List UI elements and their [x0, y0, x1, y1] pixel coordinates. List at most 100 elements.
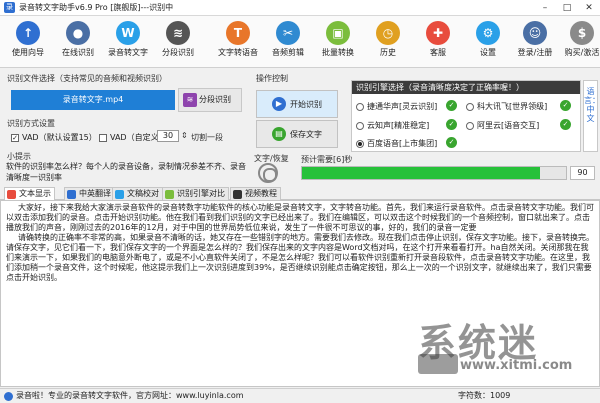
minimize-button[interactable]: – — [534, 0, 556, 16]
radio-dot — [466, 121, 474, 130]
check-icon: ✓ — [446, 119, 457, 130]
engine-option-jietong[interactable]: 捷通华声[灵云识别] — [356, 101, 437, 112]
engine-option-label: 百度语音[上市集团] — [367, 139, 438, 148]
engine-option-yunzhisheng[interactable]: 云知声[精准稳定] — [356, 120, 429, 131]
toolbar-button-0[interactable]: ↑ 使用向导 — [3, 18, 53, 66]
save-text-label: 保存文字 — [290, 129, 322, 139]
tab-3[interactable]: 识别引擎对比 — [162, 187, 229, 200]
status-bar: 录音啦！专业的录音转文字软件，官方网址：www.luyinla.com 字符数：… — [0, 388, 600, 403]
language-label: 语言：中文 — [584, 87, 600, 123]
tab-label: 文稿校对 — [127, 189, 159, 198]
toolbar-button-8[interactable]: ✚ 客服 — [413, 18, 463, 66]
gear-icon: ⚙ — [476, 21, 500, 45]
engine-panel: 识别引擎选择（录音清晰度决定了正确率喔！） 捷通华声[灵云识别] ✓ 科大讯飞[… — [351, 80, 581, 152]
toolbar-button-10[interactable]: ☺ 登录/注册 — [510, 18, 560, 66]
language-side-tab[interactable]: 语言：中文 — [583, 80, 600, 152]
transcript-text-area[interactable]: 大家好，接下来我给大家演示录音软件的录音转数字功能软件的核心功能是录音转文字，文… — [0, 200, 600, 387]
custom-suffix-label: 切割一段 — [191, 133, 223, 142]
waveform-icon: ≋ — [166, 21, 190, 45]
split-recognition-label: 分段识别 — [199, 95, 231, 104]
tab-label: 中英翻译 — [79, 189, 111, 198]
toolbar-button-7[interactable]: ◷ 历史 — [363, 18, 413, 66]
radio-dot — [356, 102, 364, 111]
toolbar-button-6[interactable]: ▣ 批量转换 — [313, 18, 363, 66]
toolbar-button-label: 音频剪辑 — [272, 48, 304, 57]
tab-2[interactable]: 文稿校对 — [112, 187, 163, 200]
rocket-icon: ↑ — [16, 21, 40, 45]
w-logo-icon: W — [116, 21, 140, 45]
text-speech-icon: T — [226, 21, 250, 45]
maximize-button[interactable]: □ — [556, 0, 578, 16]
custom-seconds-stepper[interactable]: ⇕ — [181, 131, 188, 140]
engine-option-baidu[interactable]: 百度语音[上市集团] — [356, 138, 437, 149]
toolbar-button-label: 使用向导 — [12, 48, 44, 57]
tab-icon — [67, 190, 76, 199]
purchase-icon: $ — [570, 21, 594, 45]
title-bar: 录 录音转文字助手v6.9 Pro [旗舰版]---识别中 – □ ✕ — [0, 0, 600, 16]
transcript-paragraph: 大家好，接下来我给大家演示录音软件的录音转数字功能软件的核心功能是录音转文字，文… — [6, 203, 594, 232]
character-count: 字符数：1009 — [458, 391, 511, 400]
hint-text: 软件的识别率怎么样？每个人的录音设备，录制情况参差不齐、录音清晰度一识别率 — [6, 162, 246, 182]
toolbar-button-label: 登录/注册 — [517, 48, 553, 57]
engine-option-aliyun[interactable]: 阿里云[语音交互] — [466, 120, 539, 131]
content-tabs: 文本显示 中英翻译 文稿校对 识别引擎对比 视频教程 — [0, 186, 600, 201]
toolbar-button-label: 文字转语音 — [218, 48, 258, 57]
tab-0[interactable]: 文本显示 — [4, 187, 55, 201]
toolbar-button-label: 录音转文字 — [108, 48, 148, 57]
close-button[interactable]: ✕ — [578, 0, 600, 16]
progress-value: 90 — [570, 166, 595, 180]
engine-option-xunfei[interactable]: 科大讯飞[世界领级] — [466, 101, 547, 112]
tab-icon — [233, 190, 242, 199]
check-icon: ✓ — [446, 100, 457, 111]
toolbar-button-1[interactable]: ● 在线识别 — [53, 18, 103, 66]
transcript-paragraph: 请确转换的正确率不非常的高，如果录音不清晰的话，她又存在一些错别字的地方。需要我… — [6, 233, 594, 282]
folder-icon: ▣ — [326, 21, 350, 45]
fingerprint-icon[interactable] — [258, 163, 278, 183]
toolbar-button-11[interactable]: $ 购买/激活 — [557, 18, 600, 66]
tab-icon — [7, 190, 16, 199]
toolbar-button-label: 批量转换 — [322, 48, 354, 57]
check-icon: ✓ — [560, 119, 571, 130]
tab-4[interactable]: 视频教程 — [230, 187, 281, 200]
custom-seconds-input[interactable]: 30 — [157, 130, 179, 142]
save-text-button[interactable]: ▤ 保存文字 — [256, 120, 338, 148]
split-recognition-button[interactable]: ≋ 分段识别 — [178, 88, 242, 112]
tab-icon — [165, 190, 174, 199]
vad-default-label: VAD（默认设置15） — [22, 133, 97, 142]
toolbar-button-label: 历史 — [380, 48, 396, 57]
toolbar-button-4[interactable]: T 文字转语音 — [213, 18, 263, 66]
tab-label: 视频教程 — [245, 189, 277, 198]
play-icon: ▶ — [272, 97, 286, 111]
tab-1[interactable]: 中英翻译 — [64, 187, 115, 200]
tab-label: 识别引擎对比 — [177, 189, 225, 198]
toolbar-button-9[interactable]: ⚙ 设置 — [463, 18, 513, 66]
engine-option-label: 云知声[精准稳定] — [367, 121, 430, 130]
toolbar-button-5[interactable]: ✂ 音频剪辑 — [263, 18, 313, 66]
checkbox-box: ✓ — [11, 133, 19, 142]
file-section-label: 识别文件选择（支持常见的音频和视频识别） — [7, 74, 167, 83]
selected-file-box[interactable]: 录音转文字.mp4 — [11, 90, 175, 110]
toolbar-button-label: 客服 — [430, 48, 446, 57]
window-title: 录音转文字助手v6.9 Pro [旗舰版]---识别中 — [19, 3, 174, 12]
support-icon: ✚ — [426, 21, 450, 45]
engine-option-label: 科大讯飞[世界领级] — [477, 102, 548, 111]
toolbar-button-2[interactable]: W 录音转文字 — [103, 18, 153, 66]
app-logo-icon: 录 — [4, 2, 15, 13]
radio-dot-selected — [356, 139, 364, 148]
start-recognition-label: 开始识别 — [290, 99, 322, 109]
radio-dot — [466, 102, 474, 111]
mode-section-label: 识别方式设置 — [7, 119, 55, 128]
recognition-progress-bar — [301, 166, 567, 180]
toolbar-button-label: 购买/激活 — [564, 48, 600, 57]
tab-label: 文本显示 — [19, 189, 51, 198]
tab-icon — [115, 190, 124, 199]
user-icon: ☺ — [523, 21, 547, 45]
vad-default-checkbox[interactable]: ✓ VAD（默认设置15） — [11, 132, 97, 143]
check-icon: ✓ — [446, 137, 457, 148]
window-controls: – □ ✕ — [534, 0, 600, 16]
status-text: 录音啦！专业的录音转文字软件，官方网址：www.luyinla.com — [16, 391, 244, 400]
engine-option-label: 捷通华声[灵云识别] — [367, 102, 438, 111]
toolbar-button-label: 在线识别 — [62, 48, 94, 57]
toolbar-button-3[interactable]: ≋ 分段识别 — [153, 18, 203, 66]
start-recognition-button[interactable]: ▶ 开始识别 — [256, 90, 338, 118]
